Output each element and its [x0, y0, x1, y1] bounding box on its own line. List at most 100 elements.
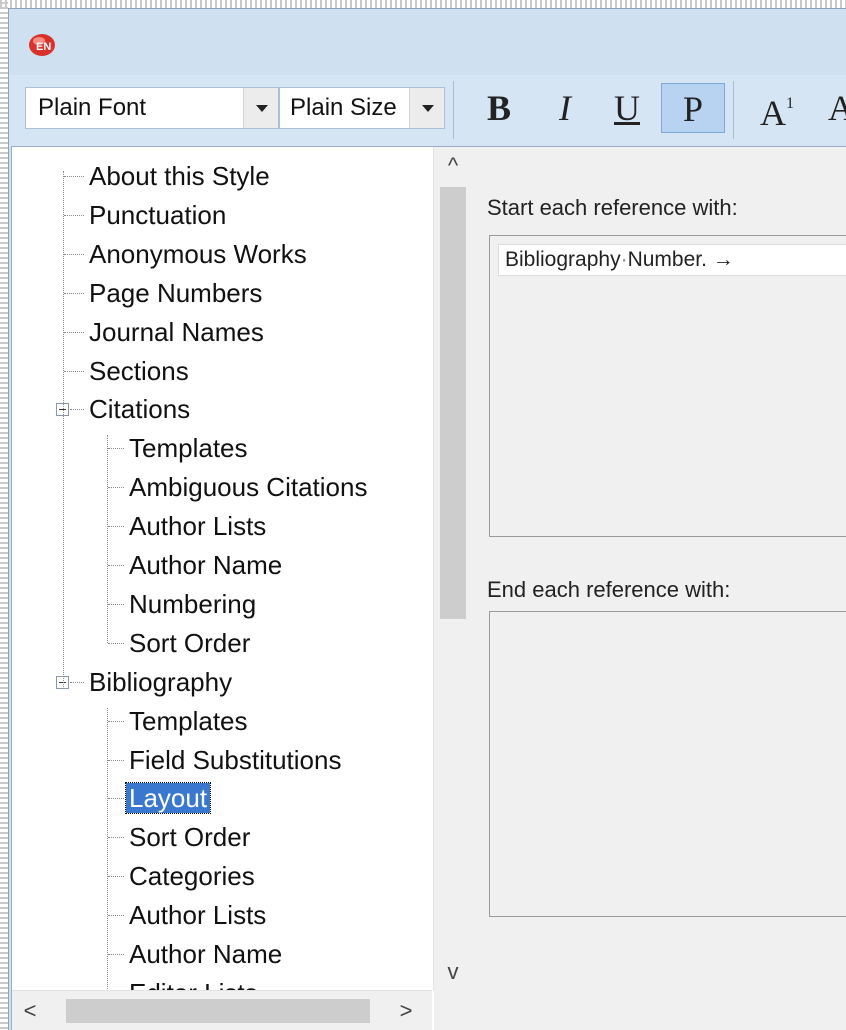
- tree-item[interactable]: Layout: [124, 781, 212, 815]
- tree-connector: [108, 448, 124, 450]
- start-reference-field[interactable]: Bibliography·Number. →: [489, 235, 846, 537]
- tree-item-label: Author Lists: [129, 900, 267, 931]
- tree-item[interactable]: Sections: [86, 354, 192, 388]
- tree-connector: [108, 720, 124, 722]
- end-reference-field[interactable]: [489, 611, 846, 917]
- tree-item-label: Punctuation: [89, 199, 227, 230]
- tree-item-label: Bibliography: [89, 666, 233, 697]
- toolbar-separator: [453, 81, 454, 139]
- bold-button[interactable]: B: [473, 83, 525, 133]
- format-toolbar: Plain Font Plain Size B I U P A1 A: [9, 75, 846, 147]
- tree-item[interactable]: About this Style: [86, 159, 273, 193]
- tree-item-label: Templates: [129, 433, 248, 464]
- tree-connector: [63, 171, 64, 689]
- tree-connector: [108, 954, 124, 955]
- start-reference-label: Start each reference with:: [487, 195, 738, 220]
- tree-item[interactable]: Punctuation: [86, 198, 229, 232]
- tree-item-label: Sort Order: [129, 627, 251, 658]
- superscript-mark: 1: [786, 95, 794, 112]
- tree-item[interactable]: Templates: [126, 704, 251, 738]
- tree-connector: [108, 798, 124, 800]
- layout-settings-panel: Start each reference with: Bibliography·…: [471, 146, 846, 1030]
- tree-item-label: Author Lists: [129, 511, 267, 542]
- tree-connector: [108, 565, 124, 566]
- tree-connector: [64, 292, 84, 294]
- plain-button[interactable]: P: [661, 83, 725, 133]
- tree-item-label: Ambiguous Citations: [129, 472, 368, 503]
- tree-item[interactable]: Journal Names: [86, 315, 267, 349]
- endnote-app-icon[interactable]: EN: [27, 29, 57, 59]
- tree-connector: [108, 759, 124, 761]
- tree-item-label: Layout: [124, 782, 212, 815]
- tree-item-label: Author Name: [129, 550, 283, 580]
- font-select[interactable]: Plain Font: [25, 87, 279, 129]
- size-dropdown-arrow-icon[interactable]: [409, 88, 444, 128]
- tree-connector: [108, 915, 124, 917]
- space-mark: ·: [620, 248, 628, 271]
- scroll-left-icon[interactable]: <: [12, 991, 48, 1030]
- vertical-scroll-thumb[interactable]: [440, 187, 466, 619]
- tree-connector: [64, 370, 84, 372]
- tree-item[interactable]: Sort Order: [126, 626, 253, 660]
- tree-item-label: Sections: [89, 355, 189, 386]
- style-tree: About this Style Punctuation Anonymous Wor…: [12, 147, 432, 991]
- style-tree-panel: About this Style Punctuation Anonymous Wor…: [11, 146, 473, 1030]
- tree-item-label: Sort Order: [129, 822, 251, 853]
- scroll-right-icon[interactable]: >: [388, 991, 424, 1030]
- end-reference-label: End each reference with:: [487, 577, 731, 602]
- tree-connector: [107, 707, 108, 991]
- subscript-button[interactable]: A: [815, 83, 846, 133]
- tree-item[interactable]: Categories: [126, 859, 258, 893]
- tree-item[interactable]: Anonymous Works: [86, 237, 310, 271]
- tree-item[interactable]: Author Name: [126, 548, 285, 582]
- tree-horizontal-scrollbar[interactable]: < >: [12, 990, 432, 1030]
- dotted-edge-top: [0, 0, 846, 8]
- tree-connector: [64, 214, 84, 216]
- underline-button[interactable]: U: [601, 83, 653, 133]
- scroll-down-icon[interactable]: v: [434, 953, 472, 991]
- tree-item[interactable]: Author Lists: [126, 509, 269, 543]
- underline-button-label: U: [614, 88, 640, 128]
- tree-connector: [64, 176, 84, 177]
- tree-item[interactable]: Ambiguous Citations: [126, 470, 370, 504]
- tree-item-label: Field Substitutions: [129, 744, 342, 775]
- tree-connector: [64, 331, 84, 333]
- dotted-edge-left: [0, 0, 8, 1029]
- tree-item[interactable]: Bibliography: [86, 665, 235, 699]
- tree-item[interactable]: Author Lists: [126, 898, 269, 932]
- size-select[interactable]: Plain Size: [279, 87, 445, 129]
- tree-item[interactable]: Numbering: [126, 587, 259, 621]
- superscript-button[interactable]: A1: [751, 83, 803, 133]
- tree-item[interactable]: Sort Order: [126, 820, 253, 854]
- tree-connector: [108, 837, 124, 839]
- tree-connector: [64, 253, 84, 255]
- tree-item[interactable]: Templates: [126, 431, 251, 465]
- scroll-up-icon[interactable]: ^: [434, 147, 472, 185]
- tree-item[interactable]: Field Substitutions: [126, 743, 344, 777]
- tree-connector: [108, 526, 124, 528]
- tree-connector: [70, 681, 84, 683]
- style-editor-window: EN Plain Font Plain Size B I U P A1 A Ab…: [8, 8, 846, 1030]
- superscript-button-label: A: [760, 93, 786, 133]
- tree-item[interactable]: Citations: [86, 392, 193, 426]
- tree-item-label: Numbering: [129, 588, 257, 619]
- tree-item-label: Page Numbers: [89, 277, 263, 308]
- tree-item[interactable]: Editor Lists: [126, 976, 261, 991]
- tree-connector: [108, 642, 124, 644]
- tree-connector: [107, 435, 108, 643]
- tab-arrow-icon: →: [712, 248, 734, 271]
- tree-item[interactable]: Author Name: [126, 937, 285, 971]
- tree-item-label: Citations: [89, 394, 191, 425]
- tree-vertical-scrollbar[interactable]: ^ v: [433, 147, 472, 991]
- tree-item[interactable]: Page Numbers: [86, 276, 265, 310]
- font-dropdown-arrow-icon[interactable]: [243, 88, 278, 128]
- italic-button[interactable]: I: [539, 83, 591, 133]
- horizontal-scroll-thumb[interactable]: [66, 999, 370, 1023]
- bibliography-number-token[interactable]: Bibliography·Number. →: [498, 244, 846, 276]
- font-select-value: Plain Font: [38, 94, 147, 121]
- tree-item-label: About this Style: [89, 161, 270, 191]
- tree-item-label: Author Name: [129, 939, 283, 969]
- tree-item-label: Categories: [129, 861, 255, 892]
- token-text-part1: Bibliography: [505, 248, 621, 271]
- tree-item-label: Journal Names: [89, 316, 264, 347]
